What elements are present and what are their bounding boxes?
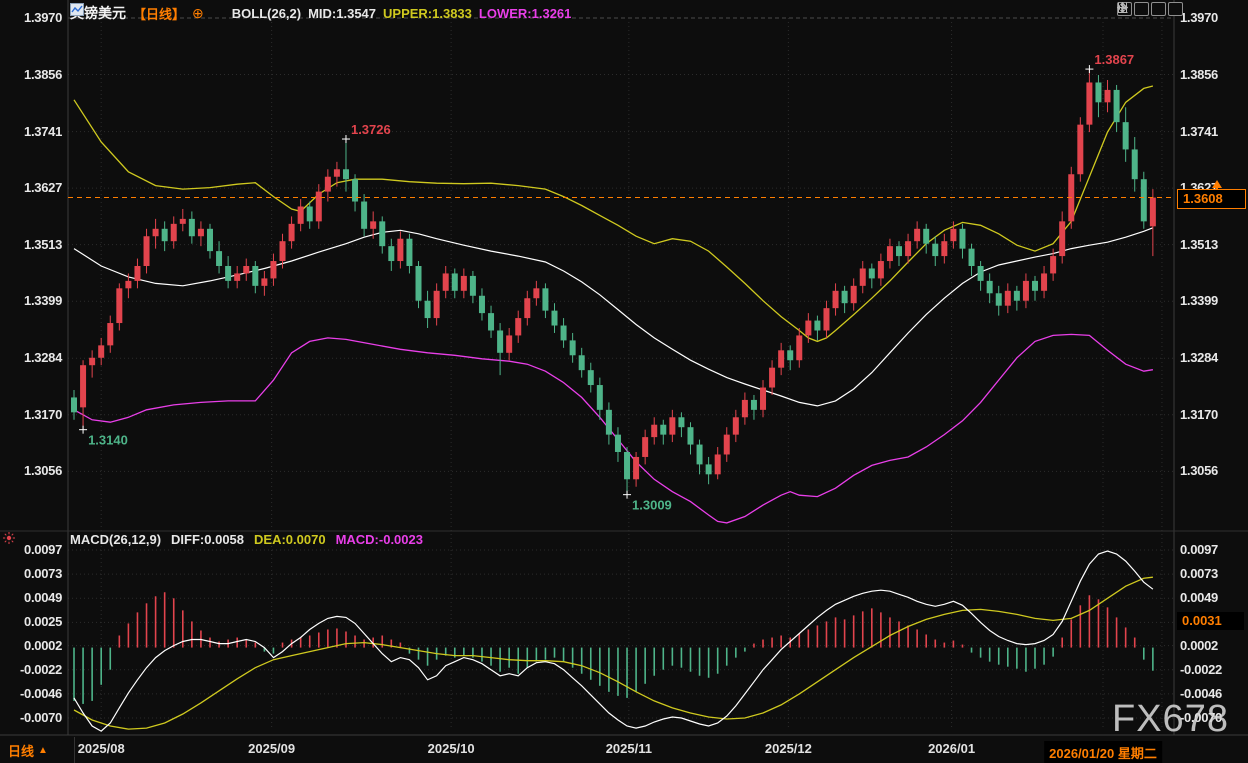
price-tick-label-left: 1.3970 [0, 10, 62, 25]
x-axis-date-label: 2025/08 [78, 741, 125, 756]
price-chart-canvas[interactable]: 1.3726 1.3867 1.3140 1.3009 [0, 0, 1248, 763]
macd-lines [74, 551, 1153, 731]
macd-header: MACD(26,12,9) DIFF:0.0058 DEA:0.0070 MAC… [70, 531, 423, 548]
diff-line [74, 551, 1153, 731]
macd-dea-value: DEA:0.0070 [254, 532, 326, 547]
macd-tick-label-right: 0.0097 [1180, 542, 1218, 557]
price-tick-label-right: 1.3741 [1180, 124, 1218, 139]
price-tick-label-left: 1.3399 [0, 293, 62, 308]
price-tick-label-left: 1.3056 [0, 463, 62, 478]
boll-params-label: BOLL(26,2) [232, 6, 301, 21]
macd-tick-label-left: 0.0049 [0, 590, 62, 605]
price-tick-label-right: 1.3170 [1180, 407, 1218, 422]
extreme-price-label: 1.3867 [1094, 52, 1134, 67]
extreme-price-label: 1.3726 [351, 122, 391, 137]
period-tab-label: 日线 [8, 741, 34, 760]
macd-tick-label-left: -0.0046 [0, 686, 62, 701]
boll-mid-line [74, 228, 1153, 406]
price-tick-label-left: 1.3170 [0, 407, 62, 422]
boll-indicator-icon [211, 7, 225, 20]
macd-tick-label-left: -0.0022 [0, 662, 62, 677]
dea-line [74, 577, 1153, 729]
price-tick-label-left: 1.3627 [0, 180, 62, 195]
macd-tick-label-left: 0.0025 [0, 614, 62, 629]
boll-lower-line [74, 334, 1153, 523]
macd-tick-label-right: -0.0022 [1180, 662, 1222, 677]
pane-exit-icon [1117, 2, 1128, 13]
macd-diff-value: DIFF:0.0058 [171, 532, 244, 547]
candlestick-series [71, 69, 1156, 495]
boll-lower-value: LOWER:1.3261 [479, 6, 571, 21]
live-indicator-icon [2, 531, 16, 545]
price-tick-label-left: 1.3513 [0, 237, 62, 252]
x-axis-date-label: 2025/12 [765, 741, 812, 756]
price-tick-label-right: 1.3970 [1180, 10, 1218, 25]
current-price-box: 1.3608 [1177, 189, 1246, 209]
macd-params-label: MACD(26,12,9) [70, 532, 161, 547]
boll-upper-line [74, 86, 1153, 341]
price-tick-label-left: 1.3284 [0, 350, 62, 365]
watermark: FX678 [1112, 698, 1229, 741]
macd-tick-label-left: -0.0070 [0, 710, 62, 725]
x-axis-date-label: 2025/10 [428, 741, 475, 756]
pane-exit-button[interactable] [1168, 2, 1183, 16]
x-axis-date-label: 2025/09 [248, 741, 295, 756]
macd-value: MACD:-0.0023 [336, 532, 423, 547]
price-tick-label-left: 1.3741 [0, 124, 62, 139]
pane-restore-right-button[interactable] [1151, 2, 1166, 16]
bollinger-bands [74, 86, 1153, 523]
extreme-price-label: 1.3140 [88, 433, 128, 448]
boll-upper-value: UPPER:1.3833 [383, 6, 472, 21]
extreme-price-label: 1.3009 [632, 498, 672, 513]
axis-separator [74, 737, 75, 763]
macd-histogram [74, 592, 1153, 704]
macd-tick-label-left: 0.0073 [0, 566, 62, 581]
pane-restore-left-button[interactable] [1134, 2, 1149, 16]
macd-tick-label-left: 0.0002 [0, 638, 62, 653]
x-axis-date-label: 2025/11 [606, 741, 652, 756]
selected-date-label: 2026/01/20 星期二 [1044, 741, 1162, 763]
current-macd-box: 0.0031 [1177, 612, 1244, 630]
macd-tick-label-right: 0.0049 [1180, 590, 1218, 605]
trading-chart-window: 1.3726 1.3867 1.3140 1.3009 英镑美元 【日线】 ⊕ BOL… [0, 0, 1248, 763]
boll-mid-value: MID:1.3547 [308, 6, 376, 21]
price-tick-label-right: 1.3399 [1180, 293, 1218, 308]
period-tag[interactable]: 【日线】 [133, 4, 185, 23]
macd-tick-label-right: 0.0073 [1180, 566, 1218, 581]
gridlines [68, 18, 1174, 730]
chart-header: 英镑美元 【日线】 ⊕ BOLL(26,2) MID:1.3547 UPPER:… [70, 3, 571, 23]
chart-toolbar [1117, 2, 1183, 16]
chevron-up-icon: ▲ [38, 745, 48, 756]
pane-borders [0, 0, 1248, 735]
price-tick-label-right: 1.3284 [1180, 350, 1218, 365]
macd-tick-label-right: 0.0002 [1180, 638, 1218, 653]
price-tick-label-right: 1.3056 [1180, 463, 1218, 478]
price-tick-label-left: 1.3856 [0, 67, 62, 82]
price-tick-label-right: 1.3856 [1180, 67, 1218, 82]
period-tab-daily[interactable]: 日线 ▲ [6, 741, 56, 763]
price-tick-label-right: 1.3513 [1180, 237, 1218, 252]
price-alert-marker-icon[interactable] [1212, 180, 1222, 188]
x-axis-date-label: 2026/01 [928, 741, 975, 756]
circle-plus-icon[interactable]: ⊕ [192, 7, 204, 19]
